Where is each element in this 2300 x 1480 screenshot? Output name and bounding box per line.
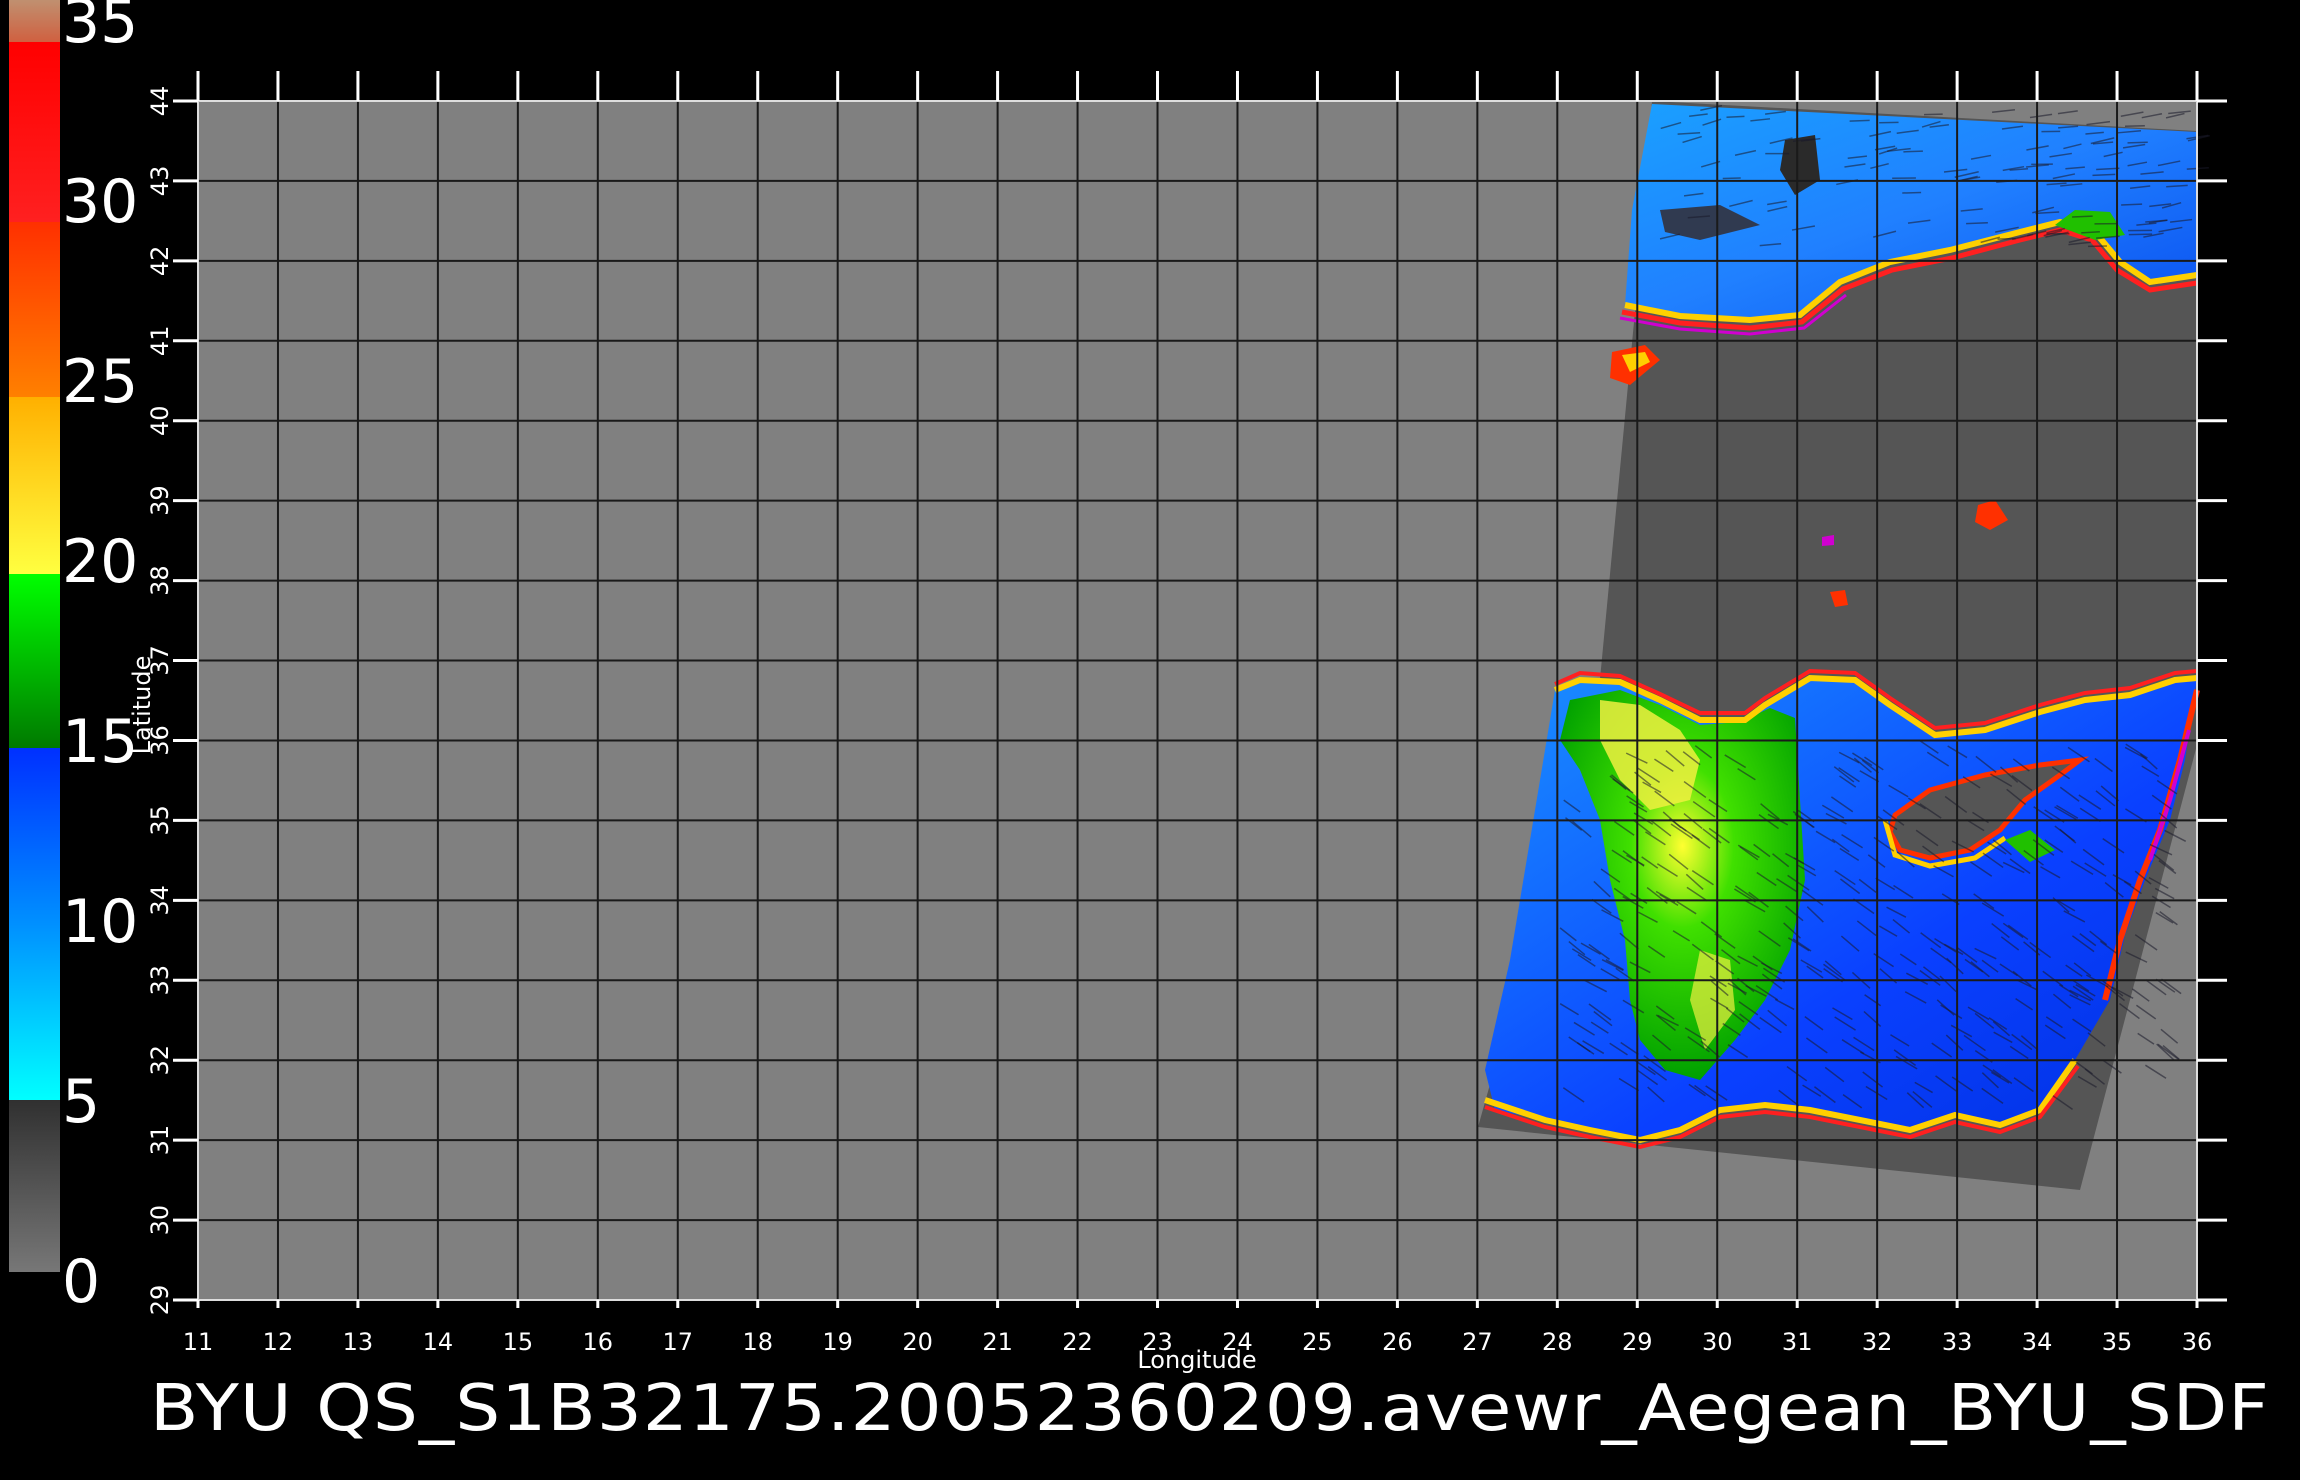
y-axis-title: Latitude bbox=[128, 656, 156, 755]
lat-tick-label: 31 bbox=[146, 1125, 174, 1156]
colorbar-label: 20 bbox=[62, 527, 138, 597]
colorbar: 0 5 10 15 20 25 30 35 bbox=[9, 0, 138, 1317]
colorbar-label: 0 bbox=[62, 1247, 100, 1317]
lon-tick-label: 17 bbox=[662, 1328, 693, 1356]
colorbar-label: 5 bbox=[62, 1067, 100, 1137]
wind-vector bbox=[1966, 222, 1988, 225]
colorbar-tick-labels: 0 5 10 15 20 25 30 35 bbox=[62, 0, 138, 1317]
lon-tick-label: 31 bbox=[1782, 1328, 1813, 1356]
lon-tick-label: 16 bbox=[583, 1328, 614, 1356]
lat-tick-label: 30 bbox=[146, 1205, 174, 1236]
colorbar-label: 15 bbox=[62, 707, 138, 777]
wind-vector bbox=[2121, 203, 2143, 206]
wind-vector bbox=[2127, 141, 2148, 144]
colorbar-band-25-30 bbox=[9, 222, 60, 397]
lat-tick-label: 40 bbox=[146, 405, 174, 436]
lon-tick-label: 34 bbox=[2022, 1328, 2053, 1356]
lat-tick-label: 39 bbox=[146, 485, 174, 516]
colorbar-band-5-15 bbox=[9, 748, 60, 1100]
colorbar-label: 25 bbox=[62, 347, 138, 417]
lon-tick-label: 30 bbox=[1702, 1328, 1733, 1356]
wind-vector bbox=[2072, 215, 2093, 218]
lon-tick-label: 21 bbox=[982, 1328, 1013, 1356]
lat-tick-label: 42 bbox=[146, 246, 174, 277]
wind-vector bbox=[2092, 173, 2116, 177]
lon-tick-label: 27 bbox=[1462, 1328, 1493, 1356]
x-axis-title: Longitude bbox=[1137, 1346, 1256, 1374]
lat-tick-label: 43 bbox=[146, 166, 174, 197]
lat-tick-label: 34 bbox=[146, 885, 174, 916]
lon-tick-label: 15 bbox=[503, 1328, 534, 1356]
lon-tick-label: 25 bbox=[1302, 1328, 1333, 1356]
colorbar-band-20-25 bbox=[9, 397, 60, 574]
lat-tick-label: 33 bbox=[146, 965, 174, 996]
wind-vector bbox=[1726, 115, 1745, 119]
wind-vector bbox=[2128, 233, 2153, 236]
lon-tick-label: 20 bbox=[902, 1328, 933, 1356]
map-panel bbox=[197, 100, 2210, 1301]
lon-tick-label: 12 bbox=[263, 1328, 294, 1356]
lon-tick-label: 28 bbox=[1542, 1328, 1573, 1356]
lon-tick-label: 35 bbox=[2102, 1328, 2133, 1356]
lat-tick-label: 41 bbox=[146, 326, 174, 357]
lat-tick-label: 44 bbox=[146, 86, 174, 117]
colorbar-band-33-35 bbox=[9, 0, 60, 42]
lat-tick-label: 38 bbox=[146, 565, 174, 596]
colorbar-band-0-5 bbox=[9, 1100, 60, 1272]
colorbar-band-30-33 bbox=[9, 42, 60, 222]
lon-tick-label: 26 bbox=[1382, 1328, 1413, 1356]
wind-vector bbox=[1903, 150, 1923, 153]
wind-speed-map-figure: 0 5 10 15 20 25 30 35 11 12 13 14 15 16 17 18 1… bbox=[9, 0, 2270, 1446]
lon-tick-label: 33 bbox=[1942, 1328, 1973, 1356]
lon-tick-label: 14 bbox=[423, 1328, 454, 1356]
colorbar-label: 10 bbox=[62, 887, 138, 957]
wind-vector bbox=[1997, 237, 2016, 240]
lat-tick-label: 35 bbox=[146, 805, 174, 836]
lon-tick-label: 22 bbox=[1062, 1328, 1093, 1356]
colorbar-label: 30 bbox=[62, 167, 138, 237]
lon-tick-label: 32 bbox=[1862, 1328, 1893, 1356]
lat-tick-label: 29 bbox=[146, 1285, 174, 1316]
lat-tick-label: 32 bbox=[146, 1045, 174, 1076]
figure-caption: BYU QS_S1B32175.20052360209.avewr_Aegean… bbox=[150, 1372, 2270, 1446]
lon-tick-label: 19 bbox=[822, 1328, 853, 1356]
lon-tick-label: 29 bbox=[1622, 1328, 1653, 1356]
lon-tick-label: 13 bbox=[343, 1328, 374, 1356]
wind-vector bbox=[1849, 119, 1870, 122]
wind-vector bbox=[1722, 177, 1741, 180]
lon-tick-label: 18 bbox=[742, 1328, 773, 1356]
colorbar-label: 35 bbox=[62, 0, 138, 57]
lon-tick-label: 11 bbox=[183, 1328, 214, 1356]
colorbar-band-15-20 bbox=[9, 574, 60, 748]
lon-tick-label: 36 bbox=[2182, 1328, 2213, 1356]
